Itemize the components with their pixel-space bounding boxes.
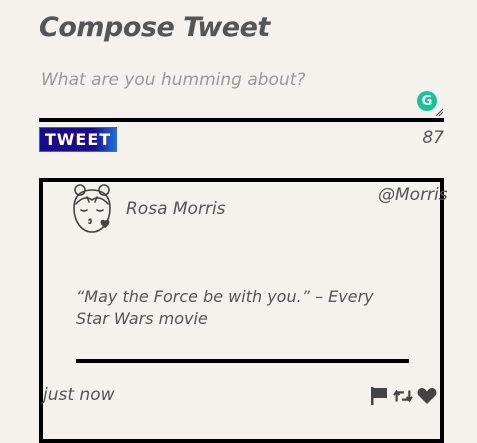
compose-divider — [39, 118, 444, 122]
tweet-input[interactable] — [39, 66, 444, 116]
flag-icon[interactable] — [369, 386, 389, 406]
tweet-card: Rosa Morris @Morris “May the Force be wi… — [39, 178, 448, 443]
resize-grip-icon[interactable] — [435, 108, 443, 116]
tweet-text: “May the Force be with you.” – Every Sta… — [76, 287, 374, 328]
author-name: Rosa Morris — [126, 199, 226, 219]
tweet-timestamp: just now — [43, 385, 115, 405]
tweet-button[interactable]: TWEET — [39, 127, 117, 152]
tweet-divider — [76, 359, 409, 363]
char-counter: 87 — [422, 128, 444, 148]
heart-icon[interactable] — [417, 386, 437, 406]
tweet-actions — [369, 386, 437, 406]
grammarly-icon[interactable]: G — [417, 91, 437, 111]
compose-box: G — [39, 66, 444, 118]
author-handle[interactable]: @Morris — [378, 185, 448, 205]
retweet-icon[interactable] — [393, 386, 413, 406]
page-title: Compose Tweet — [39, 12, 270, 43]
girl-blowing-kiss-icon — [73, 184, 111, 233]
